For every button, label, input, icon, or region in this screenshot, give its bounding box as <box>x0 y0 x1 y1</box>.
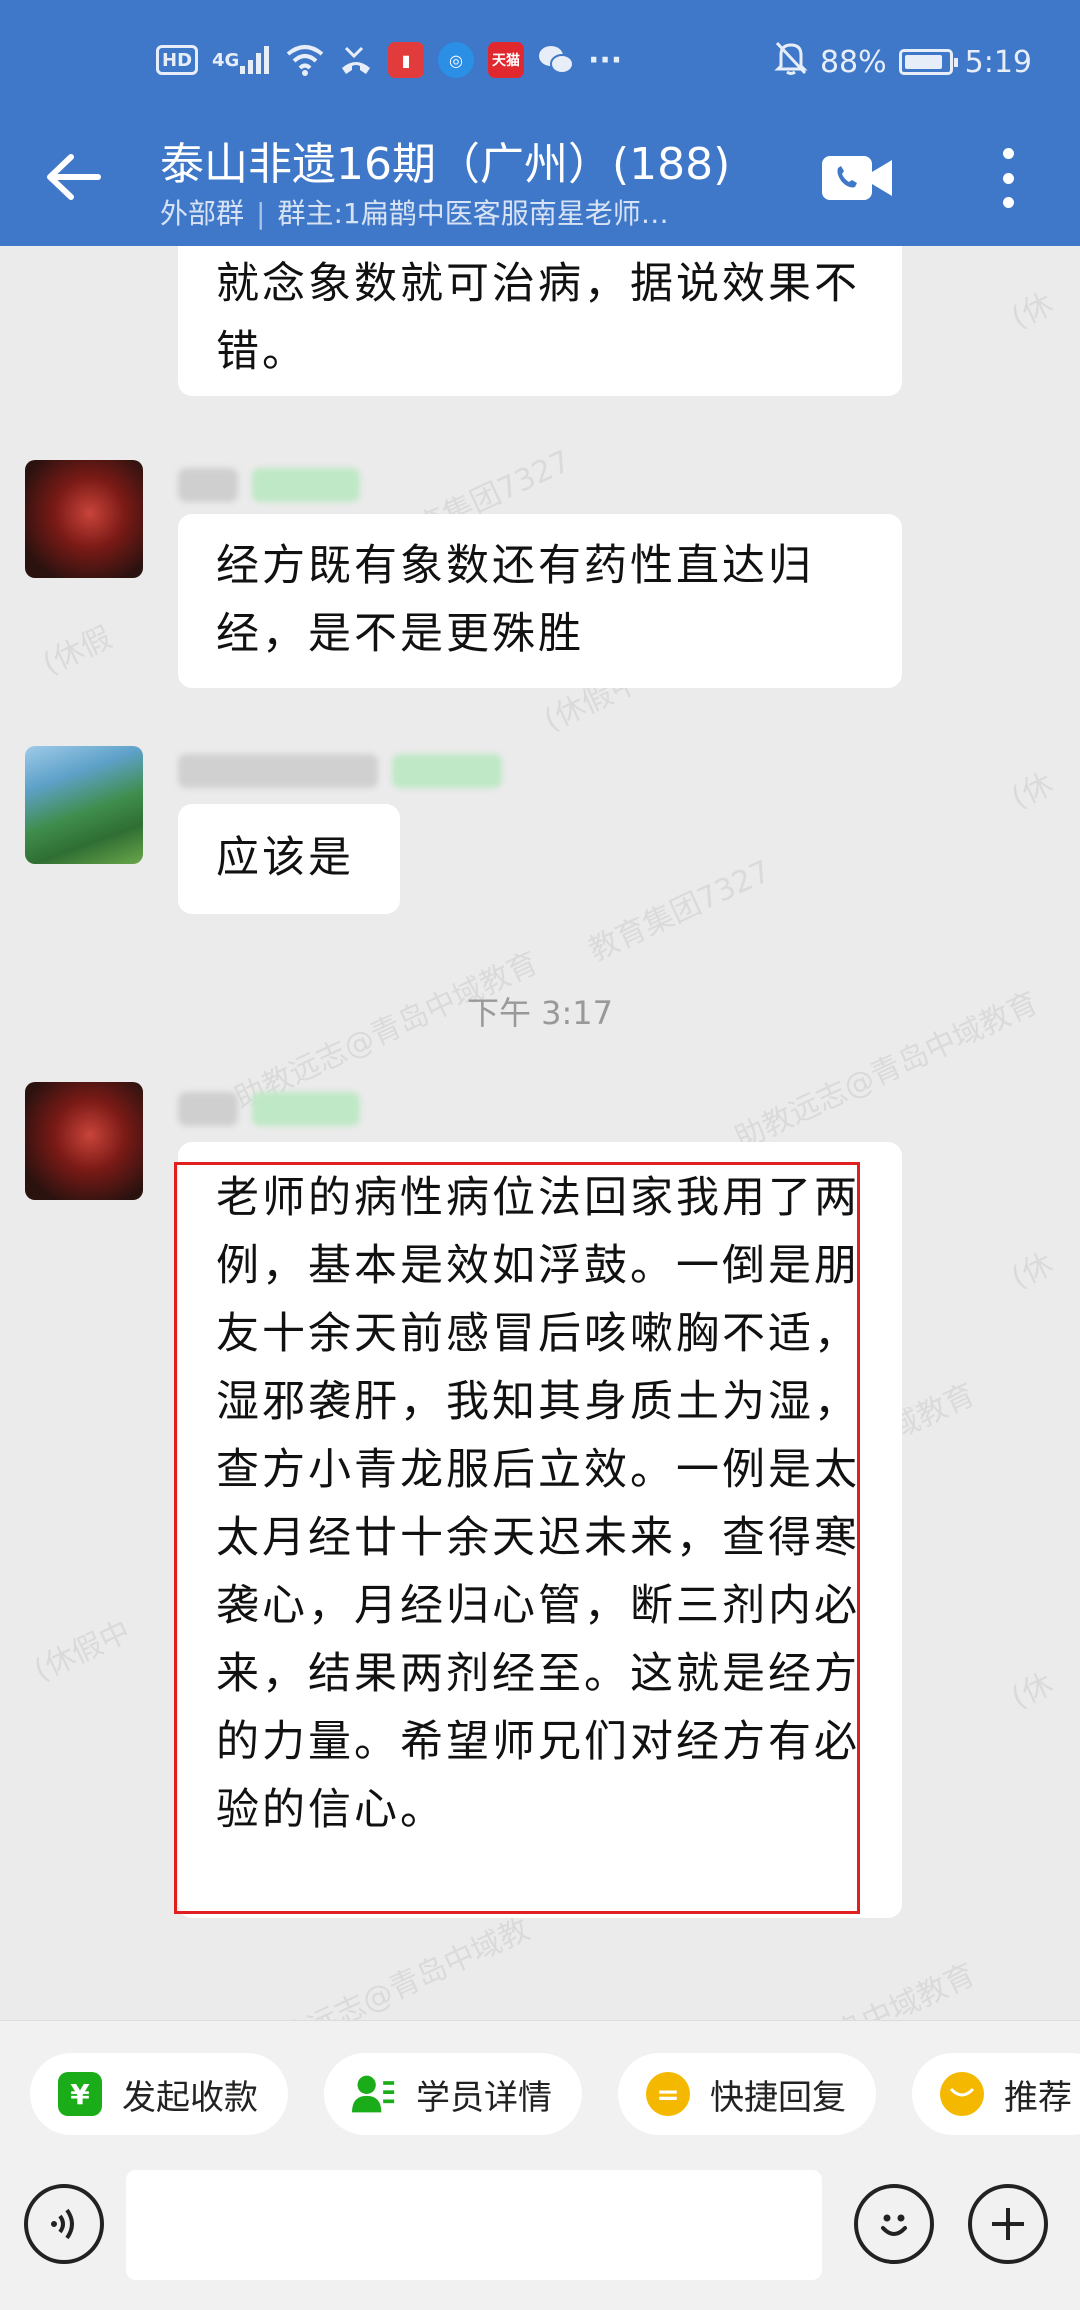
quick-action-bar: ¥ 发起收款 学员详情 = 快捷回复 推荐 <box>0 2020 1080 2160</box>
chat-title: 泰山非遗16期（广州）(188) <box>160 139 731 190</box>
group-owner-label: 群主:1扁鹊中医客服南星老师… <box>277 197 669 230</box>
video-call-icon <box>822 156 892 200</box>
signal-label: 4G <box>212 49 240 71</box>
more-dot-icon <box>1002 197 1014 208</box>
watermark: (休 <box>1006 766 1059 816</box>
sender-name <box>178 754 378 788</box>
hd-icon: HD <box>156 45 199 75</box>
more-options-button[interactable] <box>990 142 1026 214</box>
clock: 5:19 <box>964 44 1032 80</box>
message-bubble[interactable]: 应该是 <box>178 804 400 914</box>
subtitle-divider: | <box>256 197 266 230</box>
sender-tag <box>252 1092 360 1126</box>
message-bubble[interactable]: 经方既有象数还有药性直达归经，是不是更殊胜 <box>178 514 902 688</box>
watermark: (休假中 <box>28 1613 136 1689</box>
emoji-icon <box>881 2214 907 2236</box>
status-bar: HD 4G ▮ ◎ 天猫 ··· 88% 5:19 <box>0 0 1080 120</box>
sender-tag <box>392 754 502 788</box>
book-app-icon: ▮ <box>388 42 425 78</box>
message-text: 就念象数就可治病，据说效果不错。 <box>216 259 860 377</box>
video-call-button[interactable] <box>822 148 894 208</box>
time-divider: 下午 3:17 <box>466 994 614 1032</box>
emoji-button[interactable] <box>854 2184 934 2264</box>
back-button[interactable] <box>38 142 108 212</box>
watermark: (休假 <box>37 620 118 683</box>
watermark: 教育集团7327 <box>583 853 777 969</box>
watermark: (休 <box>1006 1666 1059 1716</box>
battery-level <box>904 55 942 69</box>
sender-tag <box>252 468 360 502</box>
wechat-icon <box>538 40 575 80</box>
tmall-app-icon: 天猫 <box>488 42 525 78</box>
quick-action-quick-reply[interactable]: = 快捷回复 <box>618 2053 876 2135</box>
group-type-label: 外部群 <box>160 197 245 230</box>
chip-label: 快捷回复 <box>710 2077 846 2118</box>
mute-icon <box>774 40 808 84</box>
message-input[interactable] <box>126 2170 822 2280</box>
plus-icon <box>992 2208 1024 2240</box>
wifi-icon <box>286 40 324 80</box>
more-dot-icon <box>1002 172 1014 184</box>
missed-call-icon <box>338 40 374 80</box>
chip-label: 推荐 <box>1004 2077 1072 2118</box>
payment-icon: ¥ <box>58 2072 102 2116</box>
add-button[interactable] <box>968 2184 1048 2264</box>
message-text: 经方既有象数还有药性直达归经，是不是更殊胜 <box>216 541 814 659</box>
message-text: 应该是 <box>216 833 354 883</box>
browser-app-icon: ◎ <box>438 42 475 78</box>
back-arrow-icon <box>47 154 101 200</box>
more-notifications-icon: ··· <box>588 42 623 78</box>
watermark: (休 <box>1006 286 1059 336</box>
quick-action-student-details[interactable]: 学员详情 <box>324 2053 582 2135</box>
student-icon <box>352 2072 396 2116</box>
message-bubble[interactable]: 就念象数就可治病，据说效果不错。 <box>178 246 902 396</box>
battery-percent: 88% <box>819 44 887 80</box>
watermark: 助教远志@青岛中域教 <box>248 1911 535 2020</box>
chat-subtitle: 外部群 | 群主:1扁鹊中医客服南星老师… <box>160 192 760 232</box>
watermark: 青岛中域教育 <box>802 1957 981 2020</box>
sender-name <box>178 468 238 502</box>
chip-label: 发起收款 <box>122 2077 258 2118</box>
more-dot-icon <box>1002 148 1014 159</box>
chip-label: 学员详情 <box>416 2077 552 2118</box>
quick-action-collect-payment[interactable]: ¥ 发起收款 <box>30 2053 288 2135</box>
avatar[interactable] <box>25 746 143 864</box>
recommend-icon <box>940 2072 984 2116</box>
voice-icon <box>51 2208 74 2240</box>
watermark: (休 <box>1006 1246 1059 1296</box>
chat-header: 泰山非遗16期（广州）(188) 外部群 | 群主:1扁鹊中医客服南星老师… <box>0 120 1080 246</box>
signal-icon: 4G <box>212 40 272 80</box>
avatar[interactable] <box>25 460 143 578</box>
battery-icon <box>898 49 958 75</box>
quick-action-recommend[interactable]: 推荐 <box>912 2053 1080 2135</box>
quick-reply-icon: = <box>646 2072 690 2116</box>
voice-button[interactable] <box>24 2184 104 2264</box>
message-list[interactable]: (休 教育集团7327 (休假 (休假中 (休 教育集团7327 助教远志@青岛… <box>0 246 1080 2020</box>
highlight-box <box>174 1162 860 1914</box>
sender-name <box>178 1092 238 1126</box>
input-bar <box>0 2160 1080 2310</box>
avatar[interactable] <box>25 1082 143 1200</box>
